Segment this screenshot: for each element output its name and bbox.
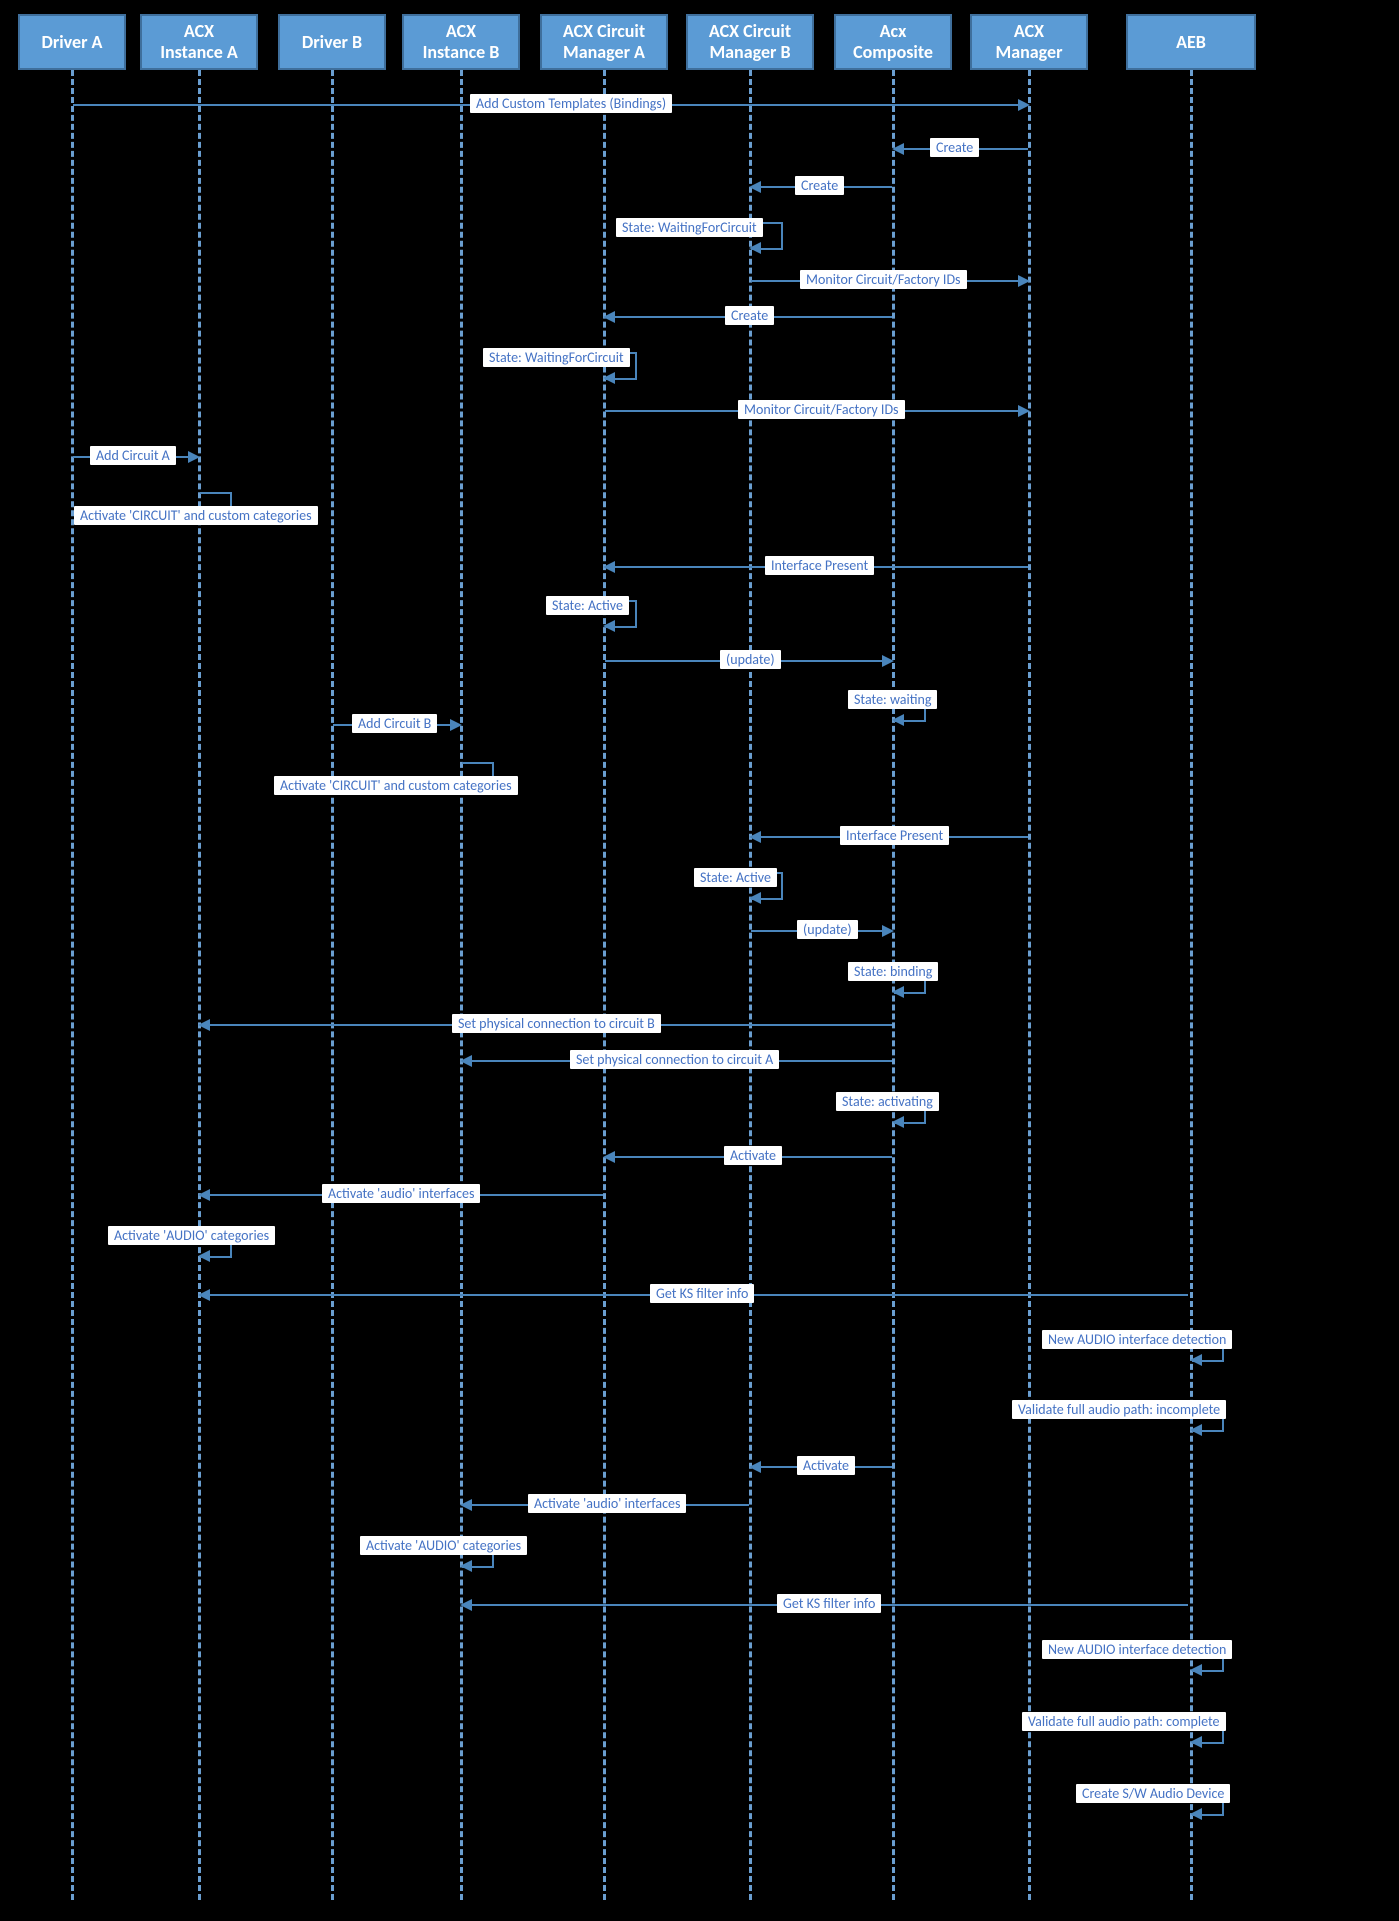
- msg-activate-cust-b: Activate 'CIRCUIT' and custom categories: [274, 776, 518, 795]
- participant-acx-instance-b: ACXInstance B: [402, 14, 520, 70]
- lifeline-driver-a: [71, 70, 74, 1900]
- participant-acx-circuit-mgr-a: ACX CircuitManager A: [540, 14, 668, 70]
- participant-aeb: AEB: [1126, 14, 1256, 70]
- lifeline-acx-circuit-mgr-b: [749, 70, 752, 1900]
- msg-activate-cm-b: Activate: [797, 1456, 855, 1475]
- msg-state-wait-b: State: WaitingForCircuit: [616, 218, 763, 237]
- msg-audio-cat-b: Activate 'AUDIO' categories: [360, 1536, 527, 1555]
- msg-set-phys-a: Set physical connection to circuit A: [570, 1050, 779, 1069]
- msg-monitor-a: Monitor Circuit/Factory IDs: [738, 400, 905, 419]
- msg-create-sw: Create S/W Audio Device: [1076, 1784, 1230, 1803]
- msg-activate-audio-b: Activate 'audio' interfaces: [528, 1494, 686, 1513]
- msg-audio-cat-a: Activate 'AUDIO' categories: [108, 1226, 275, 1245]
- participant-acx-circuit-mgr-b: ACX CircuitManager B: [686, 14, 814, 70]
- lifeline-acx-circuit-mgr-a: [603, 70, 606, 1900]
- participant-acx-instance-a: ACXInstance A: [140, 14, 258, 70]
- msg-new-audio-a: New AUDIO interface detection: [1042, 1330, 1232, 1349]
- msg-state-waiting: State: waiting: [848, 690, 937, 709]
- msg-create-cmgr-a: Create: [725, 306, 774, 325]
- lifeline-driver-b: [331, 70, 334, 1900]
- msg-activate-audio-a: Activate 'audio' interfaces: [322, 1184, 480, 1203]
- msg-ifpresent-a: Interface Present: [765, 556, 874, 575]
- msg-state-binding: State: binding: [848, 962, 938, 981]
- msg-state-activating: State: activating: [836, 1092, 939, 1111]
- msg-add-circuit-a: Add Circuit A: [90, 446, 176, 465]
- msg-update-b: (update): [797, 920, 858, 939]
- msg-get-ks-a: Get KS filter info: [650, 1284, 754, 1303]
- msg-activate-cust-a: Activate 'CIRCUIT' and custom categories: [74, 506, 318, 525]
- participant-driver-a: Driver A: [18, 14, 126, 70]
- msg-state-wait-a: State: WaitingForCircuit: [483, 348, 630, 367]
- msg-validate-comp: Validate full audio path: complete: [1022, 1712, 1226, 1731]
- sequence-diagram: Driver A ACXInstance A Driver B ACXInsta…: [0, 0, 1399, 1921]
- msg-new-audio-b: New AUDIO interface detection: [1042, 1640, 1232, 1659]
- msg-validate-inc: Validate full audio path: incomplete: [1012, 1400, 1226, 1419]
- lifeline-acx-manager: [1028, 70, 1031, 1900]
- msg-state-active-b: State: Active: [694, 868, 777, 887]
- msg-ifpresent-b: Interface Present: [840, 826, 949, 845]
- participant-driver-b: Driver B: [278, 14, 386, 70]
- participant-acx-manager: ACXManager: [970, 14, 1088, 70]
- lifeline-aeb: [1190, 70, 1193, 1900]
- lifeline-acx-instance-a: [198, 70, 201, 1900]
- msg-add-circuit-b: Add Circuit B: [352, 714, 437, 733]
- msg-state-active-a: State: Active: [546, 596, 629, 615]
- msg-create-composite: Create: [930, 138, 979, 157]
- msg-add-templates: Add Custom Templates (Bindings): [470, 94, 672, 113]
- msg-update-a: (update): [720, 650, 781, 669]
- msg-set-phys-b: Set physical connection to circuit B: [452, 1014, 661, 1033]
- msg-monitor-b: Monitor Circuit/Factory IDs: [800, 270, 967, 289]
- msg-activate-cm-a: Activate: [724, 1146, 782, 1165]
- msg-create-cmgr-b: Create: [795, 176, 844, 195]
- participant-acx-composite: AcxComposite: [834, 14, 952, 70]
- msg-get-ks-b: Get KS filter info: [777, 1594, 881, 1613]
- lifeline-acx-instance-b: [460, 70, 463, 1900]
